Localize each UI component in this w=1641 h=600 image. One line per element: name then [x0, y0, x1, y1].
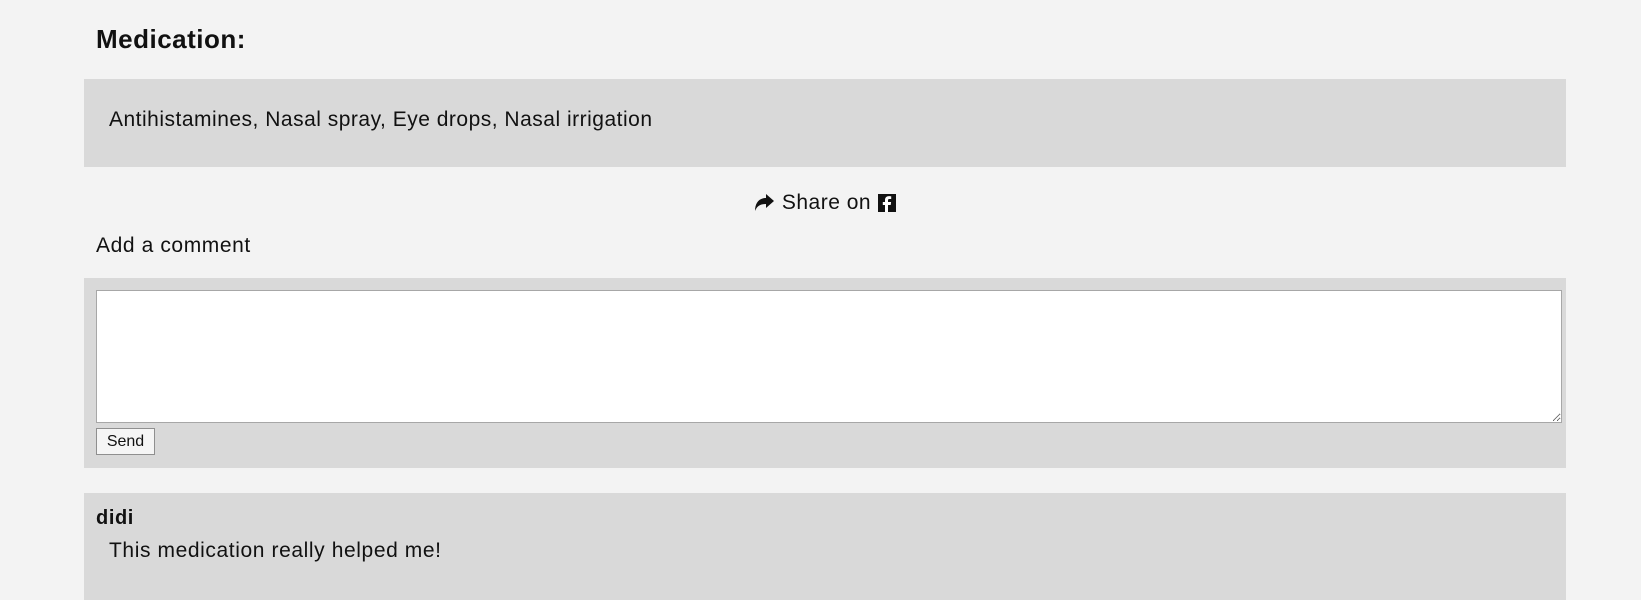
comment-card: didi This medication really helped me! — [84, 493, 1566, 600]
comment-textarea[interactable] — [96, 290, 1562, 423]
comment-form: Send — [84, 278, 1566, 468]
medication-heading: Medication: — [96, 24, 246, 54]
medication-list: Antihistamines, Nasal spray, Eye drops, … — [84, 79, 1566, 167]
comment-author: didi — [96, 507, 134, 529]
comment-text: This medication really helped me! — [109, 539, 442, 562]
medication-page: Medication: Antihistamines, Nasal spray,… — [84, 0, 1566, 600]
add-comment-label: Add a comment — [96, 234, 251, 257]
share-on-facebook-button[interactable]: Share on — [84, 188, 1566, 218]
share-arrow-icon — [754, 193, 775, 213]
send-button[interactable]: Send — [96, 428, 155, 455]
facebook-icon — [878, 194, 897, 212]
share-label: Share on — [781, 191, 872, 214]
